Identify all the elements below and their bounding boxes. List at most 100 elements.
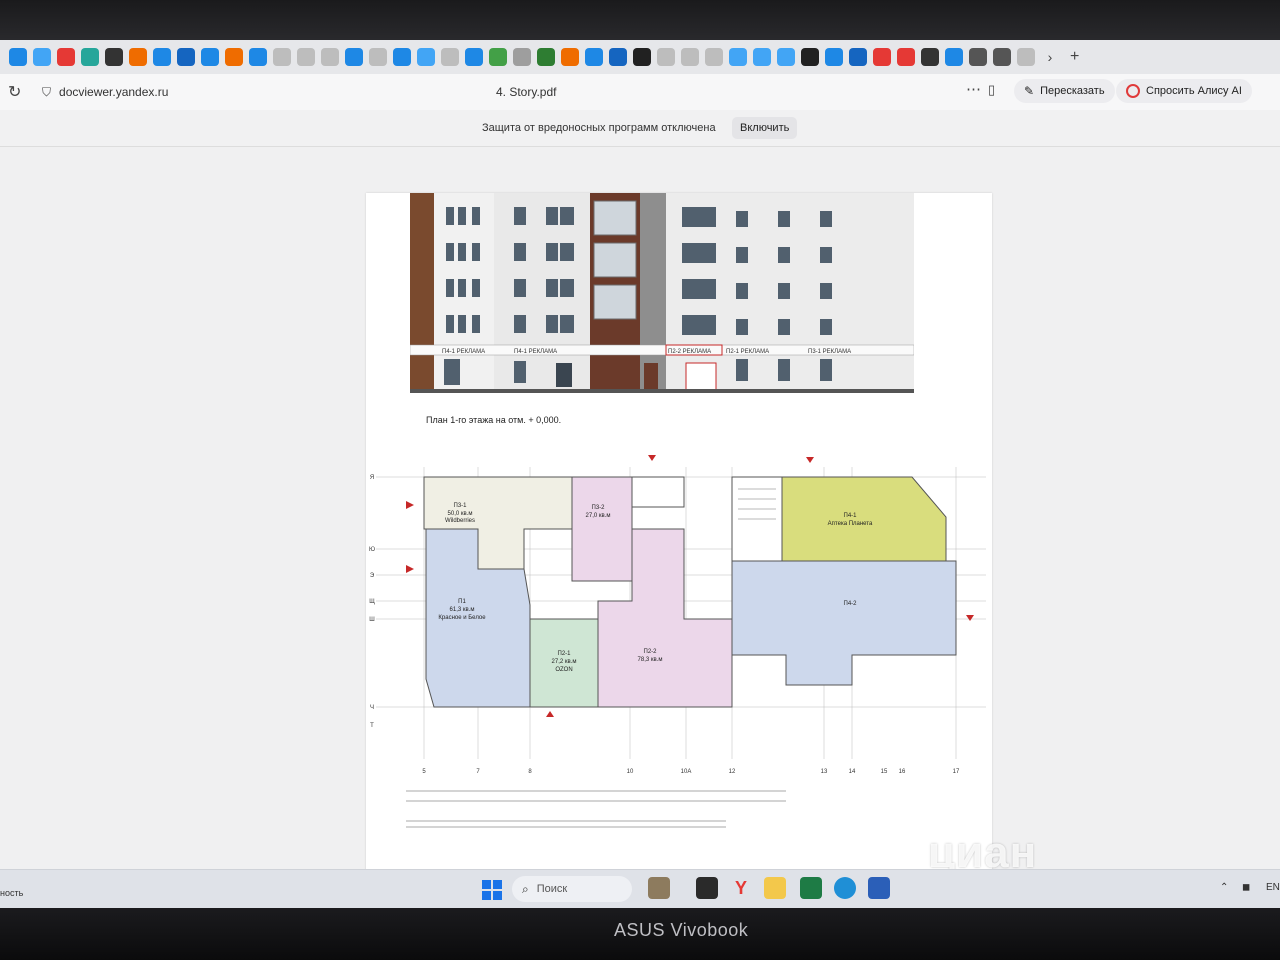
tab-icon[interactable]	[297, 48, 315, 66]
tab-icon[interactable]	[201, 48, 219, 66]
tab-icon[interactable]	[993, 48, 1011, 66]
axis-letter: Э	[370, 573, 375, 579]
tab-icon[interactable]	[537, 48, 555, 66]
tab-icon[interactable]	[897, 48, 915, 66]
url-field[interactable]: docviewer.yandex.ru	[59, 85, 168, 99]
axis-number: 14	[849, 769, 856, 775]
room-id: П3-1	[454, 503, 468, 509]
tab-icon[interactable]	[681, 48, 699, 66]
edge-icon[interactable]	[834, 877, 856, 899]
tab-icon[interactable]	[585, 48, 603, 66]
tab-icon[interactable]	[129, 48, 147, 66]
tray-app-icon[interactable]: ◼	[1242, 882, 1250, 893]
axis-number: 13	[821, 769, 828, 775]
axis-letter: Щ	[369, 599, 375, 605]
new-tab-plus-icon[interactable]: +	[1070, 48, 1079, 66]
pdf-viewer[interactable]: П4-1 РЕКЛАМА П4-1 РЕКЛАМА П2-2 РЕКЛАМА П…	[0, 147, 1280, 873]
yandex-browser-icon[interactable]: Y	[730, 877, 752, 899]
room-tenant: Красное и Белое	[438, 615, 486, 621]
enable-protection-button[interactable]: Включить	[732, 117, 798, 139]
tab-icon[interactable]	[177, 48, 195, 66]
address-bar: ↻ ⛉ docviewer.yandex.ru 4. Story.pdf ⋯ ▯…	[0, 74, 1280, 110]
tab-icon[interactable]	[369, 48, 387, 66]
alice-icon	[1126, 84, 1140, 98]
room-area: 78,3 кв.м	[638, 657, 663, 663]
tab-icon[interactable]	[561, 48, 579, 66]
tab-icon[interactable]	[777, 48, 795, 66]
taskbar-left-text: ность	[0, 888, 24, 898]
file-explorer-icon[interactable]	[764, 877, 786, 899]
axis-letter: Т	[370, 723, 374, 729]
tab-icon[interactable]	[345, 48, 363, 66]
retell-label: Пересказать	[1040, 85, 1105, 97]
security-notice-bar: Защита от вредоносных программ отключена…	[0, 110, 1280, 147]
tab-icon[interactable]	[729, 48, 747, 66]
axis-number: 17	[953, 769, 960, 775]
tab-icon[interactable]	[873, 48, 891, 66]
axis-number: 16	[899, 769, 906, 775]
axis-number: 10	[627, 769, 634, 775]
taskbar-search[interactable]: ⌕ Поиск	[512, 876, 632, 902]
tab-icon[interactable]	[105, 48, 123, 66]
floor-plan-drawing: П3-1 50,0 кв.м Wildberries П3-2 27,0 кв.…	[366, 429, 992, 873]
axis-letter: Ю	[369, 547, 375, 553]
tab-icon[interactable]	[633, 48, 651, 66]
start-button-icon[interactable]	[482, 880, 502, 900]
room-tenant: Аптека Планета	[828, 521, 873, 527]
chevron-up-icon[interactable]: ⌃	[1220, 882, 1228, 893]
tab-icon[interactable]	[921, 48, 939, 66]
tab-icon[interactable]	[417, 48, 435, 66]
room-area: 27,2 кв.м	[552, 659, 577, 665]
tab-icon[interactable]	[1017, 48, 1035, 66]
tab-icon[interactable]	[33, 48, 51, 66]
reload-icon[interactable]: ↻	[8, 82, 28, 102]
tab-icon[interactable]	[9, 48, 27, 66]
room-id: П2-1	[558, 651, 572, 657]
tab-icon[interactable]	[609, 48, 627, 66]
widgets-icon[interactable]	[648, 877, 670, 899]
language-indicator[interactable]: EN	[1266, 882, 1280, 893]
file-viewer-icon[interactable]	[696, 877, 718, 899]
more-options-icon[interactable]: ⋯	[966, 80, 981, 98]
tab-icon[interactable]	[441, 48, 459, 66]
room-area: 61,3 кв.м	[450, 607, 475, 613]
tab-icon[interactable]	[705, 48, 723, 66]
axis-number: 10А	[681, 769, 692, 775]
room-tenant: Wildberries	[445, 518, 475, 524]
tab-icon[interactable]	[489, 48, 507, 66]
tab-icon[interactable]	[225, 48, 243, 66]
excel-icon[interactable]	[800, 877, 822, 899]
room-id: П2-2	[644, 649, 658, 655]
word-icon[interactable]	[868, 877, 890, 899]
room-id: П4-2	[844, 601, 858, 607]
site-info-icon[interactable]: ⛉	[42, 85, 51, 100]
bookmark-icon[interactable]: ▯	[988, 82, 995, 98]
tab-icon[interactable]	[753, 48, 771, 66]
windows-taskbar: ность ⌕ Поиск Y ⌃ ◼ EN	[0, 869, 1280, 908]
laptop-brand: ASUS Vivobook	[614, 920, 749, 940]
chevron-right-icon[interactable]: ›	[1041, 48, 1059, 66]
tab-icon[interactable]	[393, 48, 411, 66]
laptop-bezel-top	[0, 0, 1280, 42]
retell-button[interactable]: ✎ Пересказать	[1014, 79, 1115, 103]
search-placeholder: Поиск	[536, 883, 568, 895]
tab-icon[interactable]	[249, 48, 267, 66]
ask-alice-button[interactable]: Спросить Алису AI	[1116, 79, 1252, 103]
tab-icon[interactable]	[825, 48, 843, 66]
tab-icon[interactable]	[849, 48, 867, 66]
tab-icon[interactable]	[969, 48, 987, 66]
tab-icon[interactable]	[513, 48, 531, 66]
tab-icon[interactable]	[153, 48, 171, 66]
tab-icon[interactable]	[321, 48, 339, 66]
tab-icon[interactable]	[657, 48, 675, 66]
tab-icon[interactable]	[273, 48, 291, 66]
tab-icon[interactable]	[465, 48, 483, 66]
tab-icon[interactable]	[57, 48, 75, 66]
security-notice-text: Защита от вредоносных программ отключена	[482, 122, 716, 134]
axis-number: 15	[881, 769, 888, 775]
tab-icon[interactable]	[945, 48, 963, 66]
tab-icon[interactable]	[81, 48, 99, 66]
room-id: П1	[458, 599, 466, 605]
room-area: 27,0 кв.м	[586, 513, 611, 519]
tab-icon[interactable]	[801, 48, 819, 66]
